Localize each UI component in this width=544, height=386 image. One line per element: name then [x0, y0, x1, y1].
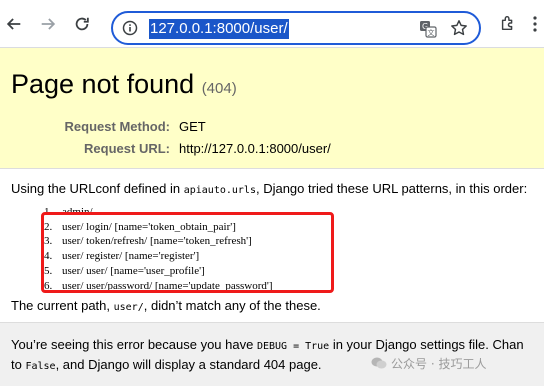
bookmark-star-icon[interactable]: [450, 19, 468, 37]
address-bar[interactable]: 127.0.0.1:8000/user/ G 文: [111, 11, 481, 45]
forward-arrow-icon[interactable]: [38, 14, 58, 34]
explanation-suffix: in your Django settings file. Chan: [329, 337, 524, 352]
menu-more-icon[interactable]: [530, 14, 540, 34]
explanation-line-1: You’re seeing this error because you hav…: [11, 337, 524, 352]
urlconf-module: apiauto.urls: [183, 185, 256, 196]
urlconf-sentence: Using the URLconf defined in apiauto.url…: [11, 181, 527, 196]
explanation-prefix: You’re seeing this error because you hav…: [11, 337, 257, 352]
site-info-icon[interactable]: [122, 20, 138, 36]
status-code: (404): [201, 80, 237, 97]
current-path-prefix: The current path,: [11, 298, 114, 313]
extensions-icon[interactable]: [499, 14, 517, 32]
request-method-label: Request Method:: [64, 119, 170, 134]
urlconf-prefix: Using the URLconf defined in: [11, 181, 184, 196]
request-method-value: GET: [179, 119, 206, 134]
svg-text:文: 文: [428, 28, 435, 37]
debug-setting: DEBUG = True: [256, 341, 330, 352]
request-url-value: http://127.0.0.1:8000/user/: [179, 141, 331, 156]
current-path-sentence: The current path, user/, didn’t match an…: [11, 298, 321, 313]
current-path-value: user/: [113, 302, 144, 313]
watermark: 公众号 · 技巧工人: [371, 354, 541, 372]
explanation-line2-suffix: , and Django will display a standard 404…: [55, 357, 322, 372]
false-value: False: [25, 361, 56, 372]
current-path-suffix: , didn’t match any of the these.: [143, 298, 321, 313]
highlight-box: [41, 212, 334, 293]
translate-icon[interactable]: G 文: [419, 20, 437, 38]
explanation-line2-prefix: to: [11, 357, 26, 372]
urlconf-suffix: , Django tried these URL patterns, in th…: [255, 181, 528, 196]
page-title-text: Page not found: [11, 69, 195, 99]
browser-toolbar: 127.0.0.1:8000/user/ G 文: [0, 0, 544, 48]
page-title: Page not found (404): [11, 68, 237, 105]
error-summary: Page not found (404) Request Method: GET…: [0, 48, 544, 169]
reload-icon[interactable]: [72, 14, 92, 34]
wechat-icon: [371, 357, 387, 369]
back-arrow-icon[interactable]: [4, 14, 24, 34]
explanation-line-2: to False, and Django will display a stan…: [11, 357, 322, 372]
watermark-text: 公众号 · 技巧工人: [391, 356, 487, 371]
request-url-label: Request URL:: [84, 141, 170, 156]
url-text[interactable]: 127.0.0.1:8000/user/: [149, 19, 289, 39]
